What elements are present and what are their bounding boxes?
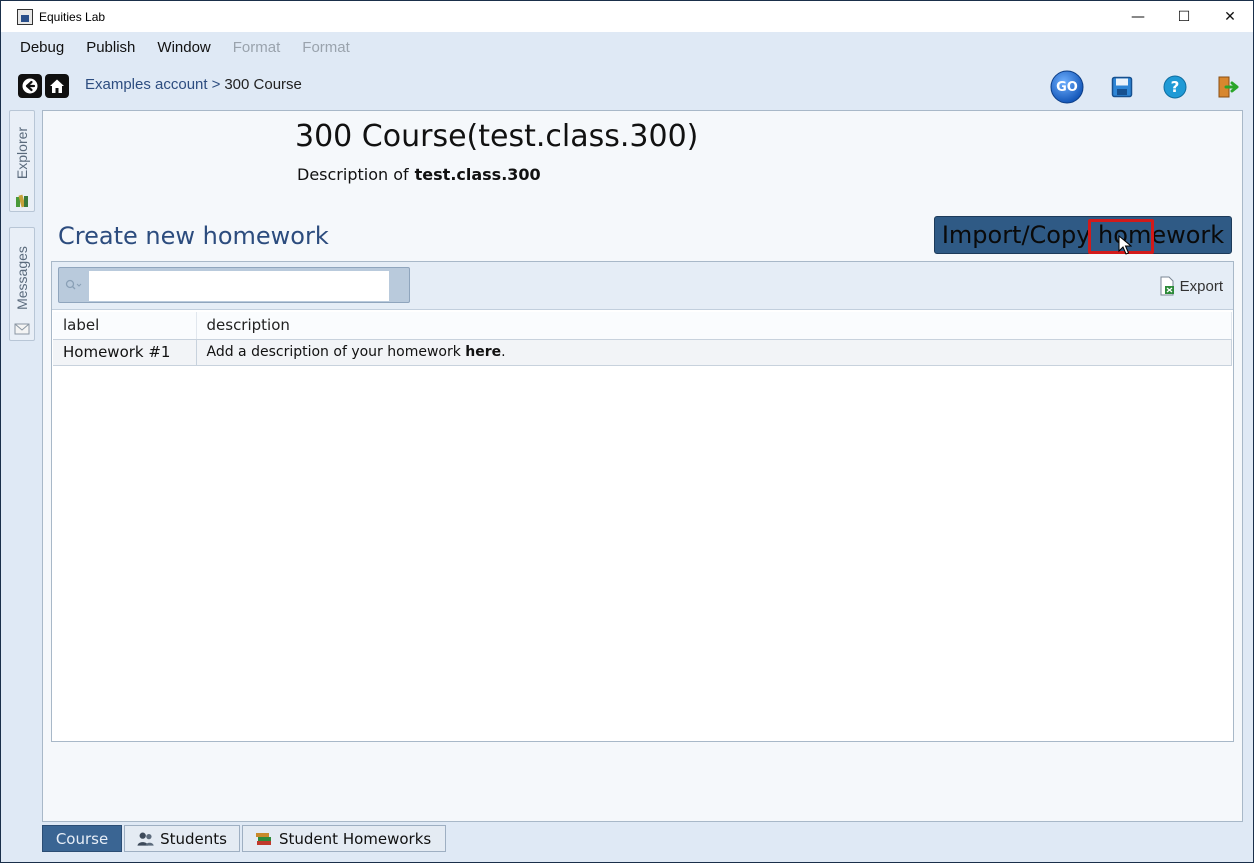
course-panel: 300 Course(test.class.300) Description o… bbox=[42, 110, 1243, 822]
help-label: ? bbox=[1170, 78, 1180, 96]
breadcrumb-current: 300 Course bbox=[224, 76, 302, 93]
export-label: Export bbox=[1179, 277, 1223, 295]
minimize-button[interactable]: — bbox=[1115, 1, 1161, 32]
close-button[interactable]: ✕ bbox=[1207, 1, 1253, 32]
explorer-tab-label: Explorer bbox=[14, 126, 30, 180]
bottom-tab-bar: Course Students Student Homeworks bbox=[42, 825, 446, 852]
window-controls: — ☐ ✕ bbox=[1115, 1, 1253, 32]
tab-students[interactable]: Students bbox=[124, 825, 240, 852]
exit-door-icon bbox=[1218, 76, 1239, 98]
row-description-here-link[interactable]: here bbox=[465, 344, 501, 360]
search-icon bbox=[65, 279, 82, 290]
toolbar: Examples account > 300 Course GO ? bbox=[1, 62, 1253, 108]
import-copy-homework-button[interactable]: Import/Copy homework bbox=[934, 216, 1232, 254]
minimize-icon: — bbox=[1131, 8, 1145, 25]
envelope-icon bbox=[14, 323, 30, 335]
search-input[interactable] bbox=[89, 271, 389, 301]
go-button[interactable]: GO bbox=[1050, 70, 1084, 104]
homework-table-panel: Export label description Homework #1 Add… bbox=[51, 261, 1234, 742]
row-description-end: . bbox=[501, 344, 506, 360]
menu-format-2: Format bbox=[302, 38, 350, 56]
table-toolbar: Export bbox=[52, 262, 1233, 310]
breadcrumb-separator: > bbox=[211, 76, 221, 93]
menu-bar: Debug Publish Window Format Format bbox=[1, 32, 1253, 62]
maximize-button[interactable]: ☐ bbox=[1161, 1, 1207, 32]
breadcrumb: Examples account > 300 Course bbox=[85, 76, 302, 93]
book-stack-icon bbox=[256, 832, 271, 845]
menu-window[interactable]: Window bbox=[146, 39, 221, 56]
tab-course-label: Course bbox=[55, 829, 109, 848]
title-bar: Equities Lab — ☐ ✕ bbox=[1, 1, 1253, 32]
window-title: Equities Lab bbox=[39, 9, 106, 24]
home-button[interactable] bbox=[45, 74, 69, 98]
course-description-prefix: Description of bbox=[297, 165, 409, 184]
tab-student-homeworks-label: Student Homeworks bbox=[279, 829, 432, 848]
logout-button[interactable] bbox=[1210, 70, 1244, 104]
help-button[interactable]: ? bbox=[1158, 70, 1192, 104]
mouse-cursor-icon bbox=[1118, 235, 1132, 255]
breadcrumb-account-link[interactable]: Examples account bbox=[85, 76, 208, 93]
search-box bbox=[58, 267, 410, 303]
create-homework-link[interactable]: Create new homework bbox=[58, 222, 329, 250]
save-button[interactable] bbox=[1105, 70, 1139, 104]
row-description-text: Add a description of your homework bbox=[206, 344, 461, 360]
menu-debug[interactable]: Debug bbox=[9, 39, 75, 56]
export-button[interactable]: Export bbox=[1158, 276, 1223, 296]
back-button[interactable] bbox=[18, 74, 42, 98]
explorer-side-tab[interactable]: Explorer bbox=[9, 110, 35, 212]
back-arrow-icon bbox=[22, 78, 38, 94]
column-header-description[interactable]: description bbox=[196, 312, 1232, 340]
menu-format-1: Format bbox=[232, 38, 281, 56]
course-title: 300 Course(test.class.300) bbox=[295, 119, 699, 154]
table-header-row: label description bbox=[53, 312, 1232, 340]
course-description-id: test.class.300 bbox=[414, 165, 541, 184]
messages-side-tab[interactable]: Messages bbox=[9, 227, 35, 341]
homework-table: label description Homework #1 Add a desc… bbox=[53, 312, 1232, 366]
app-window: Equities Lab — ☐ ✕ Debug Publish Window … bbox=[0, 0, 1254, 863]
maximize-icon: ☐ bbox=[1177, 8, 1191, 25]
course-description: Description of test.class.300 bbox=[297, 165, 541, 184]
close-icon: ✕ bbox=[1224, 8, 1236, 25]
excel-export-icon bbox=[1160, 276, 1174, 296]
row-description-cell[interactable]: Add a description of your homework here. bbox=[196, 339, 1232, 366]
menu-publish[interactable]: Publish bbox=[75, 39, 146, 56]
tab-course[interactable]: Course bbox=[42, 825, 122, 852]
tab-students-label: Students bbox=[160, 829, 227, 848]
table-row[interactable]: Homework #1 Add a description of your ho… bbox=[53, 339, 1232, 366]
save-icon bbox=[1111, 76, 1133, 98]
go-label: GO bbox=[1056, 79, 1078, 95]
home-icon bbox=[50, 79, 64, 93]
row-label-cell[interactable]: Homework #1 bbox=[53, 339, 197, 366]
app-icon bbox=[17, 8, 33, 25]
tab-student-homeworks[interactable]: Student Homeworks bbox=[242, 825, 446, 852]
messages-tab-label: Messages bbox=[14, 246, 30, 310]
students-icon bbox=[137, 832, 154, 846]
column-header-label[interactable]: label bbox=[53, 312, 197, 340]
books-icon bbox=[16, 194, 28, 208]
